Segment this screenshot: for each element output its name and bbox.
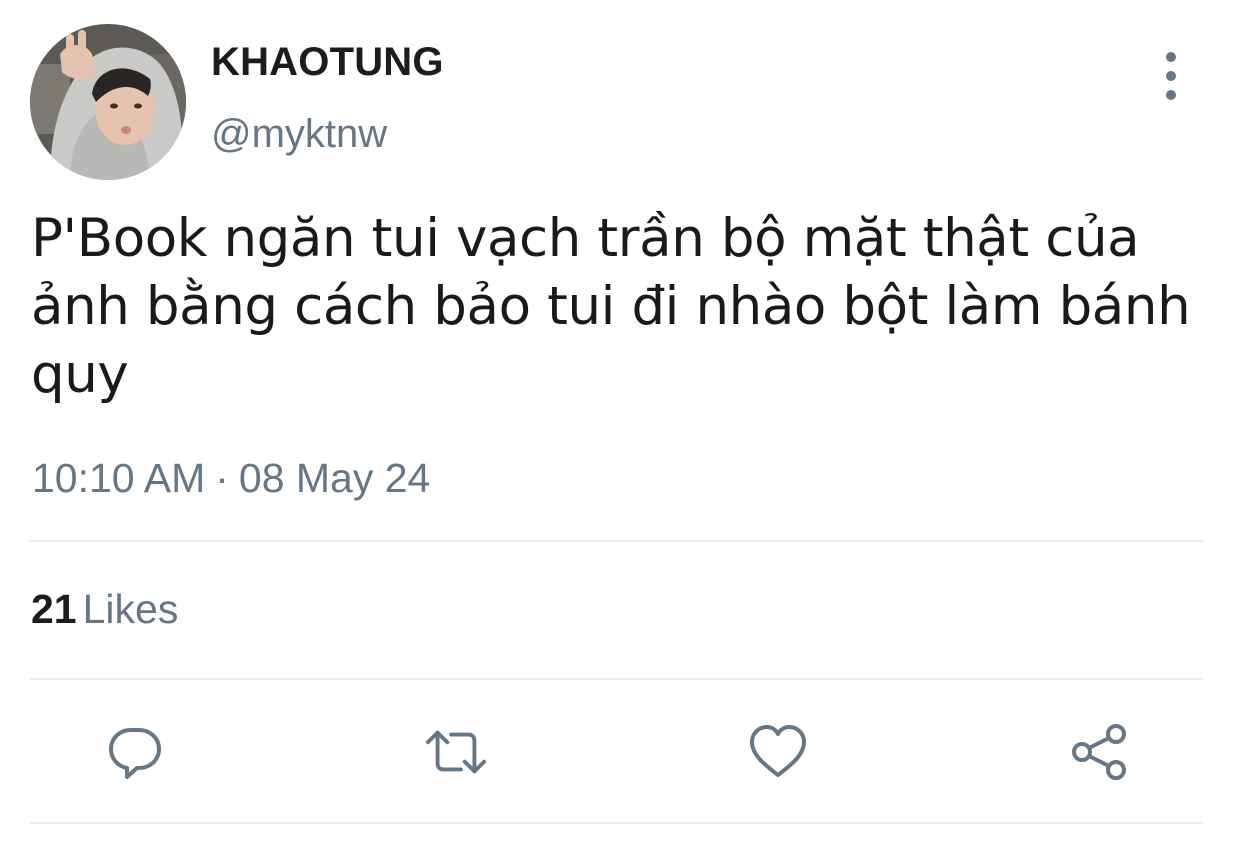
likes-count: 21 xyxy=(31,586,77,632)
tweet-text: P'Book ngăn tui vạch trần bộ mặt thật củ… xyxy=(31,208,1191,405)
user-handle[interactable]: @myktnw xyxy=(211,112,387,157)
tweet-date: 08 May 24 xyxy=(238,455,431,501)
like-button[interactable] xyxy=(746,720,810,784)
divider xyxy=(30,540,1203,542)
share-button[interactable] xyxy=(1068,720,1132,784)
divider xyxy=(30,822,1203,824)
heart-icon xyxy=(750,725,806,777)
avatar-image xyxy=(30,24,186,180)
tweet-card: KHAOTUNG @myktnw P'Book ngăn tui vạch tr… xyxy=(0,0,1235,843)
likes-label: Likes xyxy=(82,586,179,632)
avatar[interactable] xyxy=(30,24,186,180)
more-options-dot xyxy=(1166,71,1176,81)
timestamp-separator: · xyxy=(215,455,229,501)
more-options-icon xyxy=(1166,52,1176,62)
timestamp[interactable]: 10:10 AM · 08 May 24 xyxy=(32,455,430,502)
share-icon xyxy=(1072,724,1126,780)
reply-icon xyxy=(109,728,161,779)
more-options-button[interactable] xyxy=(1150,52,1192,100)
tweet-time: 10:10 AM xyxy=(32,455,206,501)
likes-stat[interactable]: 21 Likes xyxy=(31,586,178,633)
divider xyxy=(30,678,1203,680)
retweet-icon xyxy=(425,730,487,774)
retweet-button[interactable] xyxy=(424,720,488,784)
more-options-dot xyxy=(1166,90,1176,100)
reply-button[interactable] xyxy=(103,720,167,784)
display-name[interactable]: KHAOTUNG xyxy=(211,40,444,85)
